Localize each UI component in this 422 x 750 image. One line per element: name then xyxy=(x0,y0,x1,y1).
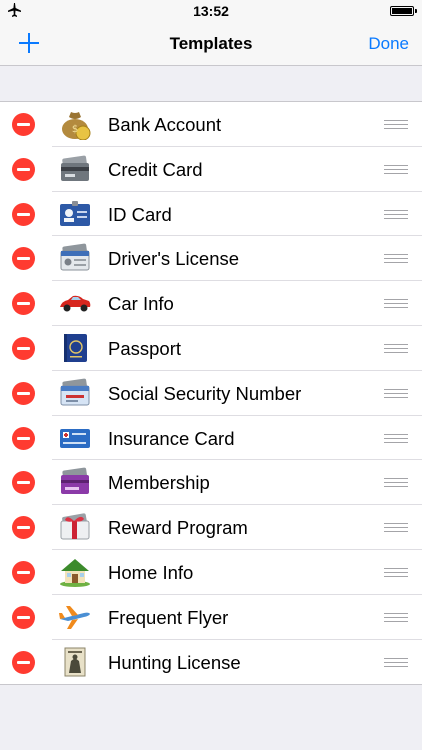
template-row[interactable]: Social Security Number xyxy=(0,371,422,416)
template-label: Social Security Number xyxy=(108,382,302,404)
svg-text:$: $ xyxy=(72,124,78,135)
credit-card-icon xyxy=(58,153,92,185)
template-row[interactable]: Insurance Card xyxy=(0,416,422,461)
template-label: Credit Card xyxy=(108,158,203,180)
insurance-card-icon xyxy=(58,422,92,454)
id-card-icon xyxy=(58,198,92,230)
template-row[interactable]: Car Info xyxy=(0,281,422,326)
template-label: Hunting License xyxy=(108,651,241,673)
delete-button[interactable] xyxy=(12,336,35,360)
delete-button[interactable] xyxy=(12,202,35,226)
template-label: Reward Program xyxy=(108,517,248,539)
status-bar: 13:52 xyxy=(0,0,422,22)
delete-button[interactable] xyxy=(12,650,35,674)
reorder-handle-icon[interactable] xyxy=(384,254,408,265)
reorder-handle-icon[interactable] xyxy=(384,657,408,669)
delete-button[interactable] xyxy=(12,292,35,316)
template-row[interactable]: Passport xyxy=(0,326,422,371)
reorder-handle-icon[interactable] xyxy=(384,343,408,355)
template-label: Home Info xyxy=(108,561,194,583)
template-row[interactable]: Reward Program xyxy=(0,505,422,550)
status-time: 13:52 xyxy=(193,3,229,19)
delete-button[interactable] xyxy=(12,113,35,136)
membership-card-icon xyxy=(58,466,92,498)
house-icon xyxy=(58,556,92,588)
reorder-handle-icon[interactable] xyxy=(384,567,408,579)
reorder-handle-icon[interactable] xyxy=(384,164,408,176)
template-row[interactable]: Hunting License xyxy=(0,640,422,685)
delete-button[interactable] xyxy=(12,516,35,540)
delete-button[interactable] xyxy=(12,247,35,271)
drivers-license-icon xyxy=(58,242,92,274)
social-security-card-icon xyxy=(58,377,92,409)
reorder-handle-icon[interactable] xyxy=(384,388,408,400)
reorder-handle-icon[interactable] xyxy=(384,478,408,489)
page-title: Templates xyxy=(169,34,253,53)
reorder-handle-icon[interactable] xyxy=(384,612,408,624)
template-label: Membership xyxy=(108,472,210,494)
template-row[interactable]: Home Info xyxy=(0,550,422,595)
template-label: Insurance Card xyxy=(108,427,235,449)
templates-list: $ Bank Account Credit Card ID Card Drive… xyxy=(0,101,422,686)
navigation-bar: Templates Done xyxy=(0,22,422,66)
template-row[interactable]: ID Card xyxy=(0,192,422,237)
template-row[interactable]: Credit Card xyxy=(0,147,422,192)
delete-button[interactable] xyxy=(12,381,35,405)
template-label: Frequent Flyer xyxy=(108,606,229,628)
money-bag-icon: $ xyxy=(58,108,92,140)
delete-button[interactable] xyxy=(12,157,35,181)
template-row[interactable]: Driver's License xyxy=(0,236,422,281)
template-label: Driver's License xyxy=(108,248,240,270)
airplane-icon xyxy=(58,601,92,633)
gift-card-icon xyxy=(58,511,92,543)
done-button[interactable]: Done xyxy=(368,34,409,54)
hunting-license-icon xyxy=(58,646,92,678)
template-label: Car Info xyxy=(108,293,174,315)
reorder-handle-icon[interactable] xyxy=(384,299,408,310)
delete-button[interactable] xyxy=(12,471,35,495)
battery-icon xyxy=(390,6,417,16)
reorder-handle-icon[interactable] xyxy=(384,433,408,445)
delete-button[interactable] xyxy=(12,560,35,584)
passport-icon xyxy=(58,332,92,364)
template-label: ID Card xyxy=(108,203,172,225)
reorder-handle-icon[interactable] xyxy=(384,209,408,221)
template-row[interactable]: $ Bank Account xyxy=(0,102,422,147)
car-icon xyxy=(58,287,92,319)
template-row[interactable]: Membership xyxy=(0,460,422,505)
template-label: Passport xyxy=(108,337,182,359)
reorder-handle-icon[interactable] xyxy=(384,120,408,131)
template-row[interactable]: Frequent Flyer xyxy=(0,595,422,640)
delete-button[interactable] xyxy=(12,605,35,629)
reorder-handle-icon[interactable] xyxy=(384,523,408,534)
template-label: Bank Account xyxy=(108,114,222,135)
delete-button[interactable] xyxy=(12,426,35,450)
